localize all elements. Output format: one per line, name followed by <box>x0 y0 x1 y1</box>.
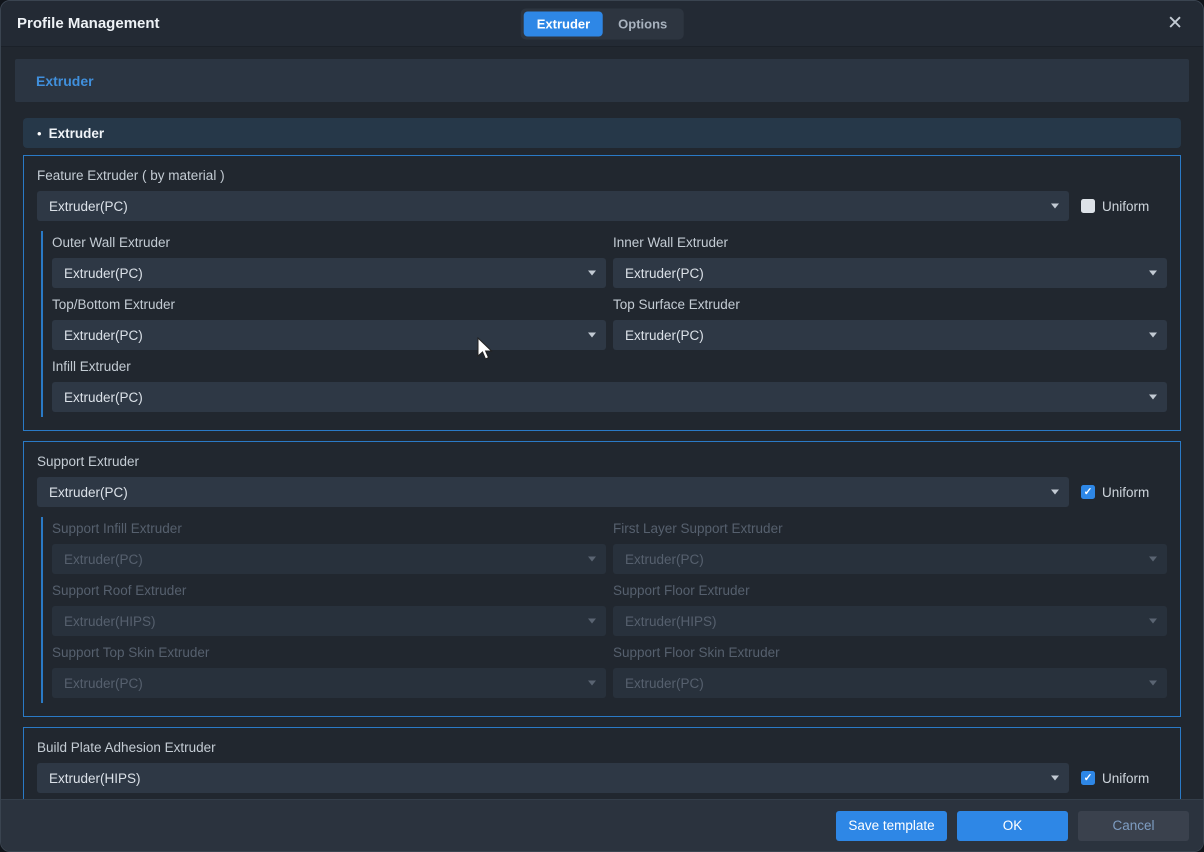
field-support-floor-extruder: Support Floor Extruder Extruder(HIPS) <box>613 579 1167 636</box>
support-infill-extruder-dropdown: Extruder(PC) <box>52 544 606 574</box>
tab-extruder[interactable]: Extruder <box>524 11 603 36</box>
section-support-extruder: Support Extruder Extruder(PC) Uniform Su… <box>23 441 1181 717</box>
inner-wall-extruder-dropdown[interactable]: Extruder(PC) <box>613 258 1167 288</box>
chevron-down-icon <box>588 557 596 562</box>
chevron-down-icon <box>1149 681 1157 686</box>
support-uniform-checkbox-group[interactable]: Uniform <box>1081 485 1167 500</box>
ok-button[interactable]: OK <box>957 811 1068 841</box>
chevron-down-icon <box>1051 204 1059 209</box>
support-floor-skin-extruder-dropdown: Extruder(PC) <box>613 668 1167 698</box>
support-infill-extruder-label: Support Infill Extruder <box>52 521 606 536</box>
inner-wall-extruder-value: Extruder(PC) <box>625 266 704 281</box>
field-support-top-skin-extruder: Support Top Skin Extruder Extruder(PC) <box>52 641 606 698</box>
top-bottom-extruder-dropdown[interactable]: Extruder(PC) <box>52 320 606 350</box>
chevron-down-icon <box>1051 490 1059 495</box>
chevron-down-icon <box>588 619 596 624</box>
infill-extruder-dropdown[interactable]: Extruder(PC) <box>52 382 1167 412</box>
build-plate-adhesion-value: Extruder(HIPS) <box>49 771 141 786</box>
feature-uniform-label: Uniform <box>1102 199 1149 214</box>
support-top-skin-extruder-label: Support Top Skin Extruder <box>52 645 606 660</box>
tab-options[interactable]: Options <box>605 11 680 36</box>
feature-extruder-dropdown[interactable]: Extruder(PC) <box>37 191 1069 221</box>
top-surface-extruder-label: Top Surface Extruder <box>613 297 1167 312</box>
support-top-skin-extruder-dropdown: Extruder(PC) <box>52 668 606 698</box>
feature-subgroup: Outer Wall Extruder Extruder(PC) Inner W… <box>41 231 1167 417</box>
adhesion-uniform-checkbox-group[interactable]: Uniform <box>1081 771 1167 786</box>
field-outer-wall-extruder: Outer Wall Extruder Extruder(PC) <box>52 231 606 288</box>
category-header-extruder[interactable]: Extruder <box>15 59 1189 102</box>
chevron-down-icon <box>588 333 596 338</box>
chevron-down-icon <box>1149 619 1157 624</box>
tab-switcher: Extruder Options <box>521 8 684 39</box>
field-top-surface-extruder: Top Surface Extruder Extruder(PC) <box>613 293 1167 350</box>
support-extruder-value: Extruder(PC) <box>49 485 128 500</box>
first-layer-support-extruder-dropdown: Extruder(PC) <box>613 544 1167 574</box>
support-subgroup: Support Infill Extruder Extruder(PC) Fir… <box>41 517 1167 703</box>
chevron-down-icon <box>1149 271 1157 276</box>
adhesion-uniform-label: Uniform <box>1102 771 1149 786</box>
top-bottom-extruder-label: Top/Bottom Extruder <box>52 297 606 312</box>
top-surface-extruder-dropdown[interactable]: Extruder(PC) <box>613 320 1167 350</box>
support-uniform-label: Uniform <box>1102 485 1149 500</box>
field-support-infill-extruder: Support Infill Extruder Extruder(PC) <box>52 517 606 574</box>
cancel-button[interactable]: Cancel <box>1078 811 1189 841</box>
chevron-down-icon <box>1149 395 1157 400</box>
field-support-roof-extruder: Support Roof Extruder Extruder(HIPS) <box>52 579 606 636</box>
support-infill-extruder-value: Extruder(PC) <box>64 552 143 567</box>
infill-extruder-label: Infill Extruder <box>52 359 1167 374</box>
group-header-label: Extruder <box>49 126 105 141</box>
support-extruder-label: Support Extruder <box>37 454 1167 469</box>
chevron-down-icon <box>588 271 596 276</box>
bullet-icon: • <box>37 126 42 141</box>
titlebar: Profile Management Extruder Options ✕ <box>1 1 1203 47</box>
support-floor-extruder-value: Extruder(HIPS) <box>625 614 717 629</box>
field-infill-extruder: Infill Extruder Extruder(PC) <box>52 355 1167 412</box>
support-extruder-dropdown[interactable]: Extruder(PC) <box>37 477 1069 507</box>
support-roof-extruder-label: Support Roof Extruder <box>52 583 606 598</box>
category-header-label: Extruder <box>36 73 94 89</box>
inner-wall-extruder-label: Inner Wall Extruder <box>613 235 1167 250</box>
support-floor-skin-extruder-label: Support Floor Skin Extruder <box>613 645 1167 660</box>
support-roof-extruder-value: Extruder(HIPS) <box>64 614 156 629</box>
field-top-bottom-extruder: Top/Bottom Extruder Extruder(PC) <box>52 293 606 350</box>
section-build-plate-adhesion: Build Plate Adhesion Extruder Extruder(H… <box>23 727 1181 799</box>
support-floor-extruder-label: Support Floor Extruder <box>613 583 1167 598</box>
save-template-button[interactable]: Save template <box>836 811 947 841</box>
top-surface-extruder-value: Extruder(PC) <box>625 328 704 343</box>
build-plate-adhesion-dropdown[interactable]: Extruder(HIPS) <box>37 763 1069 793</box>
support-floor-skin-extruder-value: Extruder(PC) <box>625 676 704 691</box>
profile-management-dialog: Profile Management Extruder Options ✕ Ex… <box>0 0 1204 852</box>
infill-extruder-value: Extruder(PC) <box>64 390 143 405</box>
support-floor-extruder-dropdown: Extruder(HIPS) <box>613 606 1167 636</box>
support-top-skin-extruder-value: Extruder(PC) <box>64 676 143 691</box>
adhesion-uniform-checkbox[interactable] <box>1081 771 1095 785</box>
support-roof-extruder-dropdown: Extruder(HIPS) <box>52 606 606 636</box>
outer-wall-extruder-value: Extruder(PC) <box>64 266 143 281</box>
feature-extruder-label: Feature Extruder ( by material ) <box>37 168 1167 183</box>
chevron-down-icon <box>588 681 596 686</box>
group-header-extruder: • Extruder <box>23 118 1181 148</box>
feature-uniform-checkbox-group[interactable]: Uniform <box>1081 199 1167 214</box>
field-inner-wall-extruder: Inner Wall Extruder Extruder(PC) <box>613 231 1167 288</box>
field-support-floor-skin-extruder: Support Floor Skin Extruder Extruder(PC) <box>613 641 1167 698</box>
chevron-down-icon <box>1149 333 1157 338</box>
feature-uniform-checkbox[interactable] <box>1081 199 1095 213</box>
feature-extruder-value: Extruder(PC) <box>49 199 128 214</box>
support-uniform-checkbox[interactable] <box>1081 485 1095 499</box>
first-layer-support-extruder-label: First Layer Support Extruder <box>613 521 1167 536</box>
outer-wall-extruder-label: Outer Wall Extruder <box>52 235 606 250</box>
chevron-down-icon <box>1149 557 1157 562</box>
outer-wall-extruder-dropdown[interactable]: Extruder(PC) <box>52 258 606 288</box>
dialog-content: Extruder • Extruder Feature Extruder ( b… <box>1 47 1203 799</box>
field-first-layer-support-extruder: First Layer Support Extruder Extruder(PC… <box>613 517 1167 574</box>
top-bottom-extruder-value: Extruder(PC) <box>64 328 143 343</box>
build-plate-adhesion-label: Build Plate Adhesion Extruder <box>37 740 1167 755</box>
section-feature-extruder: Feature Extruder ( by material ) Extrude… <box>23 155 1181 431</box>
close-icon[interactable]: ✕ <box>1163 12 1187 35</box>
dialog-footer: Save template OK Cancel <box>1 799 1203 851</box>
dialog-title: Profile Management <box>17 15 160 32</box>
chevron-down-icon <box>1051 776 1059 781</box>
first-layer-support-extruder-value: Extruder(PC) <box>625 552 704 567</box>
